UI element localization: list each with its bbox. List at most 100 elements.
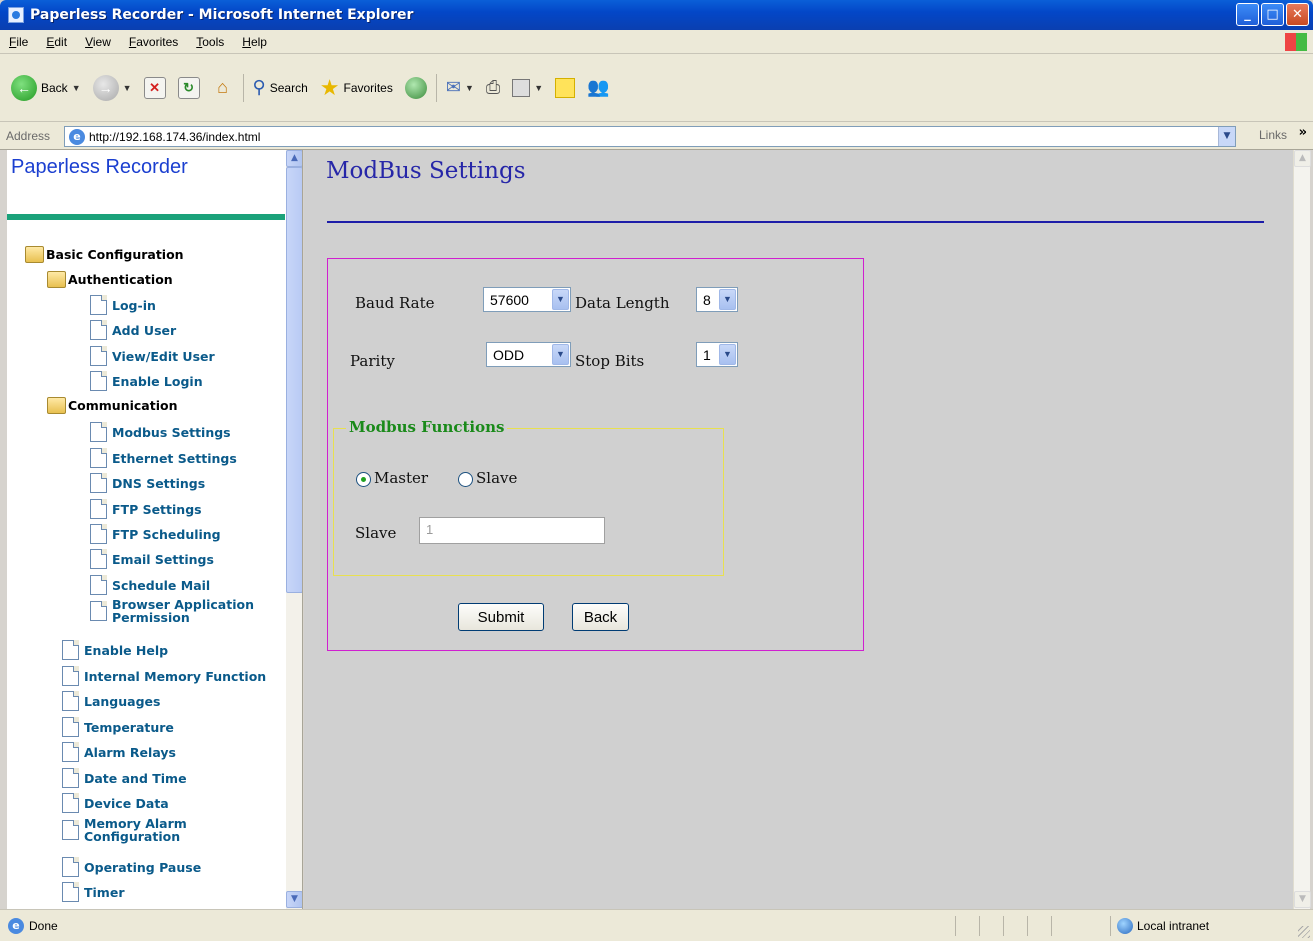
security-zone[interactable]: Local intranet [1110, 916, 1209, 936]
edit-button[interactable]: ▼ [509, 73, 546, 103]
home-button[interactable]: ⌂ [209, 73, 237, 103]
tree-add-user[interactable]: Add User [90, 320, 176, 340]
media-button[interactable] [402, 73, 430, 103]
tree-device-data[interactable]: Device Data [62, 793, 169, 813]
forward-button[interactable]: → ▼ [90, 73, 135, 103]
tree-ftp-scheduling[interactable]: FTP Scheduling [90, 524, 221, 544]
menu-tools[interactable]: Tools [187, 35, 233, 49]
status-pane [1003, 916, 1027, 936]
address-bar: Address e http://192.168.174.36/index.ht… [0, 122, 1313, 150]
data-length-select[interactable]: 8 ▼ [696, 287, 738, 312]
document-icon [90, 575, 107, 595]
tree-operating-pause[interactable]: Operating Pause [62, 857, 201, 877]
menu-file[interactable]: File [0, 35, 37, 49]
parity-select[interactable]: ODD ▼ [486, 342, 571, 367]
menu-bar: File Edit View Favorites Tools Help [0, 30, 1313, 54]
address-url[interactable]: http://192.168.174.36/index.html [89, 130, 260, 144]
favorites-button[interactable]: ★ Favorites [317, 73, 396, 103]
stop-icon: ✕ [143, 76, 166, 99]
tree-modbus-settings[interactable]: Modbus Settings [90, 422, 231, 442]
media-icon [404, 76, 427, 99]
stop-button[interactable]: ✕ [141, 73, 169, 103]
document-icon [90, 473, 107, 493]
tree-view-edit-user[interactable]: View/Edit User [90, 346, 215, 366]
chevron-down-icon: ▼ [552, 289, 569, 310]
scroll-up-icon[interactable]: ▲ [286, 150, 302, 167]
slave-radio[interactable] [458, 472, 473, 487]
tree-ftp-settings[interactable]: FTP Settings [90, 499, 202, 519]
mail-button[interactable]: ✉ ▼ [443, 73, 477, 103]
window-controls: _ □ ✕ [1236, 3, 1309, 26]
menu-favorites[interactable]: Favorites [120, 35, 187, 49]
forward-dropdown-icon[interactable]: ▼ [123, 83, 132, 93]
windows-logo-icon [1285, 33, 1307, 51]
mail-dropdown-icon[interactable]: ▼ [465, 83, 474, 93]
tree-date-and-time[interactable]: Date and Time [62, 768, 187, 788]
close-button[interactable]: ✕ [1286, 3, 1309, 26]
tree-browser-application-permission[interactable]: Browser Application Permission [90, 598, 260, 624]
tree-communication[interactable]: Communication [47, 397, 178, 414]
scroll-up-icon[interactable]: ▲ [1294, 150, 1311, 167]
tree-alarm-relays[interactable]: Alarm Relays [62, 742, 176, 762]
tree-enable-login[interactable]: Enable Login [90, 371, 203, 391]
print-button[interactable]: ⎙ [483, 73, 503, 103]
status-pane [1051, 916, 1075, 936]
address-input[interactable]: e http://192.168.174.36/index.html ▼ [64, 126, 1236, 147]
scroll-thumb[interactable] [286, 167, 302, 593]
tree-languages[interactable]: Languages [62, 691, 160, 711]
tree-temperature[interactable]: Temperature [62, 717, 174, 737]
mail-icon: ✉ [445, 77, 461, 97]
tree-memory-alarm-configuration[interactable]: Memory Alarm Configuration [62, 817, 232, 843]
chevron-down-icon: ▼ [719, 289, 736, 310]
tree-log-in[interactable]: Log-in [90, 295, 156, 315]
master-radio[interactable] [356, 472, 371, 487]
content-scrollbar[interactable]: ▲ ▼ [1293, 150, 1311, 909]
chevron-down-icon: ▼ [719, 344, 736, 365]
folder-icon [25, 246, 44, 263]
menu-view[interactable]: View [76, 35, 120, 49]
tree-ethernet-settings[interactable]: Ethernet Settings [90, 448, 237, 468]
slave-radio-label[interactable]: Slave [476, 469, 517, 487]
tree-basic-configuration[interactable]: Basic Configuration [25, 246, 184, 263]
document-icon [62, 768, 79, 788]
document-icon [90, 499, 107, 519]
slave-id-input[interactable]: 1 [419, 517, 605, 544]
stop-bits-select[interactable]: 1 ▼ [696, 342, 738, 367]
back-form-button[interactable]: Back [572, 603, 629, 631]
links-label[interactable]: Links [1259, 128, 1287, 142]
maximize-button[interactable]: □ [1261, 3, 1284, 26]
document-icon [62, 666, 79, 686]
search-button[interactable]: ⚲ Search [250, 73, 311, 103]
scroll-down-icon[interactable]: ▼ [1294, 891, 1311, 908]
back-button[interactable]: ← Back ▼ [8, 73, 84, 103]
menu-help[interactable]: Help [233, 35, 276, 49]
edit-dropdown-icon[interactable]: ▼ [534, 83, 543, 93]
links-chevron-icon[interactable]: » [1299, 125, 1307, 140]
resize-grip-icon[interactable] [1298, 926, 1310, 938]
submit-button[interactable]: Submit [458, 603, 544, 631]
back-dropdown-icon[interactable]: ▼ [72, 83, 81, 93]
favorites-label: Favorites [343, 80, 393, 95]
tree-authentication[interactable]: Authentication [47, 271, 173, 288]
minimize-button[interactable]: _ [1236, 3, 1259, 26]
refresh-button[interactable]: ↻ [175, 73, 203, 103]
tree-email-settings[interactable]: Email Settings [90, 549, 214, 569]
address-label: Address [6, 128, 51, 143]
tree-timer[interactable]: Timer [62, 882, 124, 902]
address-dropdown-icon[interactable]: ▼ [1218, 127, 1235, 146]
baud-rate-select[interactable]: 57600 ▼ [483, 287, 571, 312]
menu-edit[interactable]: Edit [37, 35, 76, 49]
discuss-button[interactable] [552, 73, 578, 103]
sidebar-scrollbar[interactable]: ▲ ▼ [286, 150, 302, 909]
master-label[interactable]: Master [374, 469, 428, 487]
messenger-button[interactable]: 👥 [584, 73, 612, 103]
tree-schedule-mail[interactable]: Schedule Mail [90, 575, 210, 595]
scroll-down-icon[interactable]: ▼ [286, 891, 302, 908]
sidebar-divider [7, 214, 285, 220]
tree-enable-help[interactable]: Enable Help [62, 640, 168, 660]
status-text: Done [29, 918, 58, 933]
tree-internal-memory-function[interactable]: Internal Memory Function [62, 666, 266, 686]
tree-dns-settings[interactable]: DNS Settings [90, 473, 205, 493]
page-title: ModBus Settings [326, 158, 526, 184]
status-bar: e Done Local intranet [0, 909, 1313, 941]
